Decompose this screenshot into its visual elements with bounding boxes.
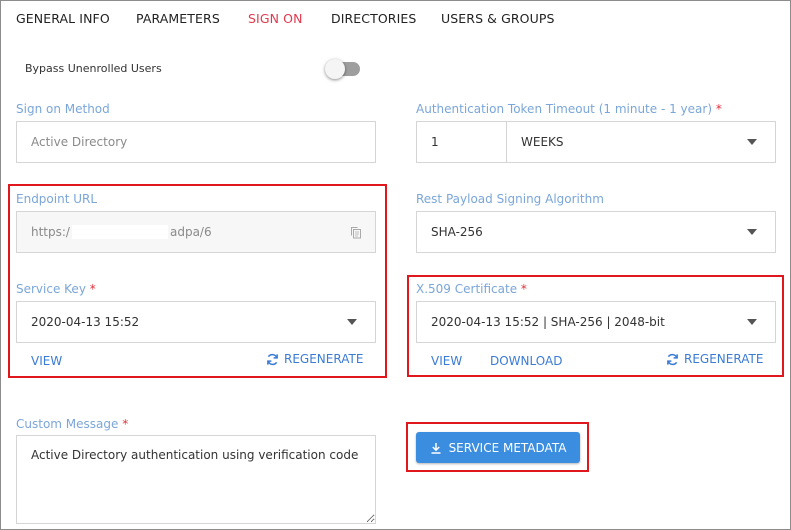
custom-message-label: Custom Message * xyxy=(16,417,128,431)
chevron-down-icon xyxy=(747,139,757,145)
tab-sign-on[interactable]: SIGN ON xyxy=(248,11,303,26)
sign-on-method-field: Active Directory xyxy=(16,121,376,163)
custom-message-textarea[interactable]: Active Directory authentication using ve… xyxy=(16,435,376,524)
token-timeout-label-text: Authentication Token Timeout (1 minute -… xyxy=(416,102,713,116)
rest-payload-select[interactable]: SHA-256 xyxy=(416,211,776,253)
highlight-frame-certificate xyxy=(407,275,784,377)
bypass-unenrolled-toggle[interactable] xyxy=(325,59,360,79)
token-timeout-label: Authentication Token Timeout (1 minute -… xyxy=(416,102,722,116)
tab-parameters[interactable]: PARAMETERS xyxy=(136,11,220,26)
required-mark: * xyxy=(122,417,129,431)
toggle-knob xyxy=(325,59,345,79)
tab-general-info[interactable]: GENERAL INFO xyxy=(16,11,110,26)
token-timeout-value-input[interactable]: 1 xyxy=(416,121,507,163)
custom-message-label-text: Custom Message xyxy=(16,417,119,431)
sign-on-method-value: Active Directory xyxy=(31,135,128,149)
highlight-frame-service-metadata xyxy=(406,422,589,472)
token-timeout-unit: WEEKS xyxy=(521,135,564,149)
token-timeout-value: 1 xyxy=(431,135,439,149)
bypass-unenrolled-label: Bypass Unenrolled Users xyxy=(25,62,162,75)
sign-on-panel: GENERAL INFO PARAMETERS SIGN ON DIRECTOR… xyxy=(0,0,791,530)
highlight-frame-endpoint-servicekey xyxy=(8,184,387,378)
sign-on-method-label: Sign on Method xyxy=(16,102,110,116)
tab-users-groups[interactable]: USERS & GROUPS xyxy=(441,11,555,26)
rest-payload-value: SHA-256 xyxy=(431,225,483,239)
tab-directories[interactable]: DIRECTORIES xyxy=(331,11,416,26)
rest-payload-label: Rest Payload Signing Algorithm xyxy=(416,192,604,206)
token-timeout-unit-select[interactable]: WEEKS xyxy=(506,121,776,163)
required-mark: * xyxy=(715,102,722,116)
chevron-down-icon xyxy=(747,229,757,235)
